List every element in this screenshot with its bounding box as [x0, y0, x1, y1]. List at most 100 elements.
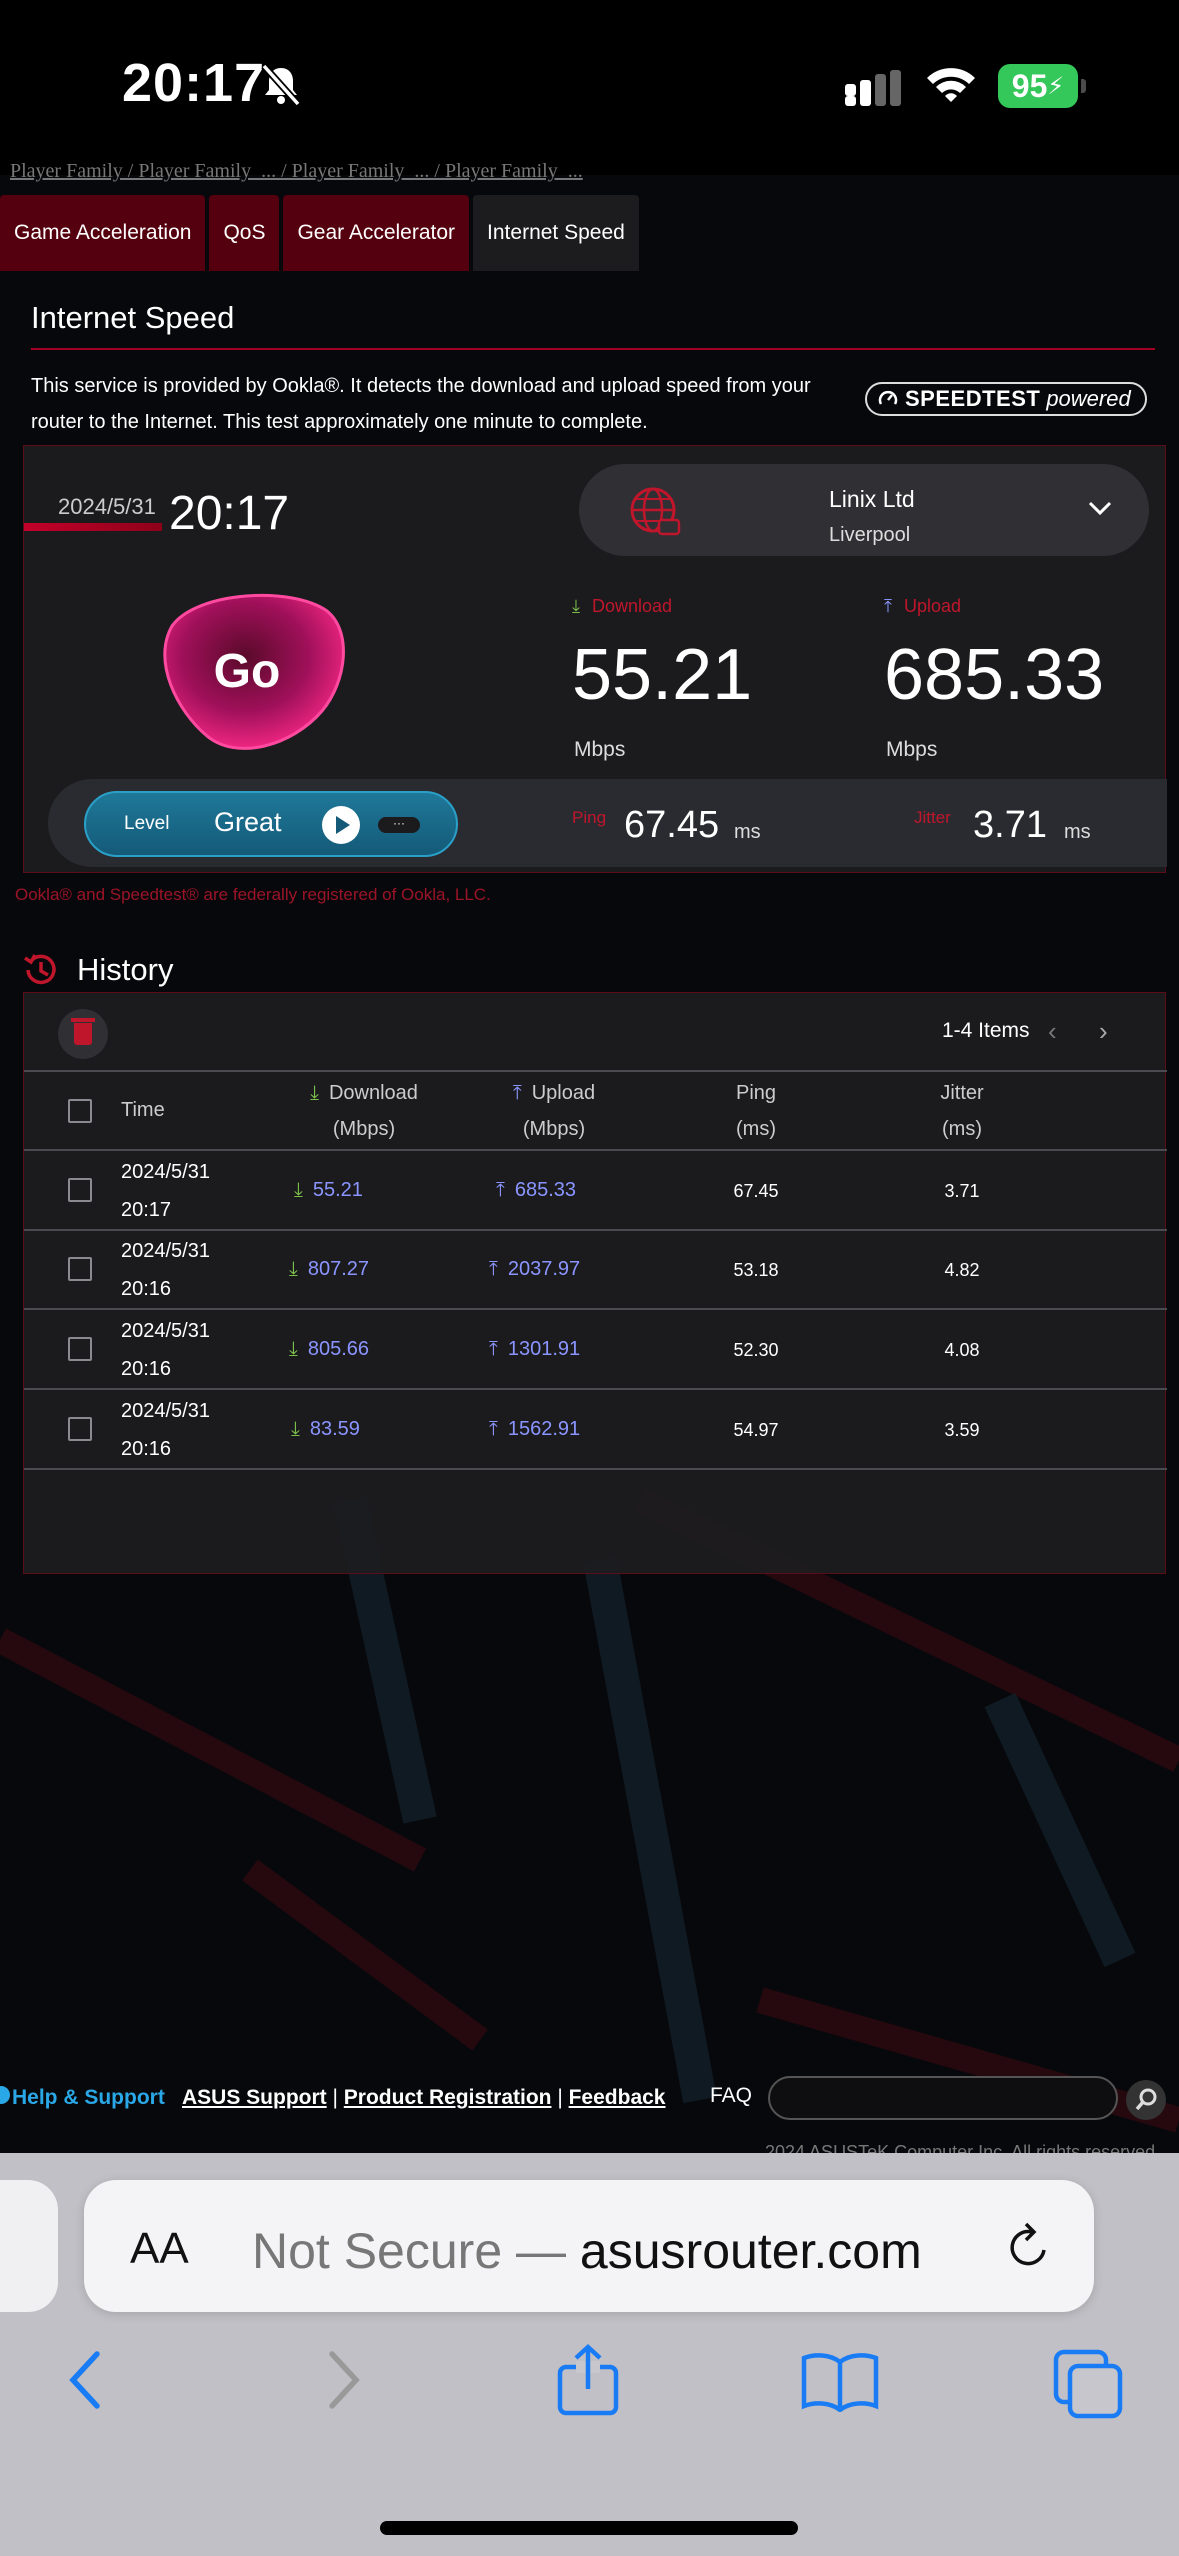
- download-label-text: Download: [591, 596, 673, 616]
- server-selector[interactable]: Linix Ltd Liverpool: [579, 464, 1149, 556]
- ping-value: 67.45: [624, 804, 720, 846]
- back-arrow-icon[interactable]: [65, 2348, 109, 2412]
- upload-unit: Mbps: [886, 738, 938, 761]
- test-time: 20:17: [169, 487, 290, 540]
- status-bar: 20:17 95 ⚡: [0, 0, 1179, 175]
- bell-muted-icon: [261, 63, 301, 107]
- row-checkbox[interactable]: [68, 1337, 92, 1361]
- row-ping: 53.18: [733, 1260, 779, 1280]
- product-registration-link[interactable]: Product Registration: [344, 2086, 552, 2109]
- row-datetime: 2024/5/31 20:16: [121, 1232, 210, 1308]
- reload-icon[interactable]: [1004, 2220, 1054, 2274]
- tabs-icon[interactable]: [1052, 2348, 1124, 2420]
- upload-arrow-icon: ⤒: [489, 1258, 498, 1280]
- delete-history-button[interactable]: [58, 1009, 108, 1059]
- column-header-time: Time: [121, 1099, 165, 1121]
- go-button[interactable]: Go: [142, 586, 352, 756]
- row-upload: ⤒ 1301.91: [489, 1338, 580, 1361]
- column-header-upload: ⤒ Upload (Mbps): [474, 1075, 634, 1147]
- jitter-label: Jitter: [914, 808, 951, 827]
- table-divider: [24, 1468, 1167, 1470]
- browser-toolbar: AA Not Secure — asusrouter.com: [0, 2153, 1179, 2556]
- column-header-jitter-label: Jitter: [940, 1082, 984, 1104]
- faq-search-button[interactable]: [1126, 2080, 1166, 2120]
- jitter-unit: ms: [1064, 821, 1091, 843]
- battery-level: 95: [1011, 67, 1048, 104]
- cellular-signal-icon: [845, 70, 901, 106]
- not-secure-label: Not Secure —: [252, 2223, 567, 2279]
- title-divider: [31, 348, 1155, 350]
- row-jitter: 4.08: [944, 1340, 980, 1360]
- upload-arrow-icon: ⤒: [489, 1338, 498, 1360]
- row-jitter: 4.82: [944, 1260, 980, 1280]
- row-date: 2024/5/31: [121, 1320, 210, 1342]
- bookmarks-icon[interactable]: [800, 2348, 880, 2412]
- chevron-right-icon[interactable]: ›: [1099, 1018, 1108, 1044]
- row-download-value: 83.59: [309, 1418, 360, 1440]
- column-header-jitter-unit: (ms): [942, 1118, 982, 1140]
- speedtest-powered-badge: SPEEDTEST powered: [865, 382, 1147, 416]
- row-jitter: 3.71: [944, 1181, 980, 1201]
- upload-label-text: Upload: [903, 596, 962, 616]
- tab-gear-accelerator[interactable]: Gear Accelerator: [283, 195, 470, 271]
- tab-game-acceleration[interactable]: Game Acceleration: [0, 195, 206, 271]
- row-upload-value: 1301.91: [507, 1338, 581, 1360]
- server-name: Linix Ltd: [829, 486, 915, 512]
- column-header-upload-unit: (Mbps): [522, 1118, 586, 1140]
- chevron-down-icon[interactable]: [1087, 499, 1113, 517]
- level-indicator: Level Great ···: [84, 791, 458, 857]
- share-icon[interactable]: [556, 2343, 620, 2417]
- tab-qos[interactable]: QoS: [209, 195, 280, 271]
- trash-icon: [71, 1018, 95, 1045]
- select-all-checkbox[interactable]: [68, 1099, 92, 1123]
- column-header-upload-label: Upload: [531, 1082, 596, 1104]
- row-checkbox[interactable]: [68, 1178, 92, 1202]
- row-datetime: 2024/5/31 20:16: [121, 1392, 210, 1468]
- row-upload-value: 1562.91: [507, 1418, 581, 1440]
- row-checkbox[interactable]: [68, 1257, 92, 1281]
- trademark-notice: Ookla® and Speedtest® are federally regi…: [15, 885, 491, 904]
- url-domain: asusrouter.com: [579, 2223, 922, 2279]
- faq-search-input[interactable]: [768, 2076, 1118, 2120]
- server-city: Liverpool: [829, 524, 911, 546]
- charging-bolt-icon: ⚡: [1047, 72, 1065, 100]
- address-bar[interactable]: AA Not Secure — asusrouter.com: [84, 2180, 1094, 2312]
- download-label: ⤓ Download: [572, 596, 672, 617]
- help-support-link[interactable]: Help & Support: [12, 2086, 165, 2110]
- asus-support-link[interactable]: ASUS Support: [182, 2086, 327, 2109]
- chevron-left-icon[interactable]: ‹: [1048, 1018, 1057, 1044]
- column-header-ping-unit: (ms): [736, 1118, 776, 1140]
- play-icon[interactable]: [322, 806, 360, 844]
- row-upload-value: 2037.97: [507, 1258, 581, 1280]
- speedometer-icon: [878, 390, 898, 405]
- go-label: Go: [213, 644, 281, 698]
- level-value: Great: [214, 807, 282, 837]
- row-ping: 52.30: [733, 1340, 779, 1360]
- page-title: Internet Speed: [31, 300, 235, 335]
- row-download: ⤓ 805.66: [289, 1338, 369, 1361]
- feedback-link[interactable]: Feedback: [569, 2086, 666, 2109]
- download-arrow-icon: ⤓: [289, 1258, 298, 1280]
- download-arrow-icon: ⤓: [291, 1418, 300, 1440]
- row-download-value: 805.66: [307, 1338, 370, 1360]
- row-time: 20:16: [121, 1358, 172, 1380]
- row-checkbox[interactable]: [68, 1417, 92, 1441]
- previous-tab-peek[interactable]: [0, 2180, 58, 2312]
- more-options-icon[interactable]: ···: [378, 817, 420, 833]
- column-header-ping: Ping (ms): [696, 1075, 816, 1147]
- row-date: 2024/5/31: [121, 1240, 210, 1262]
- upload-value: 685.33: [884, 635, 1105, 715]
- row-upload: ⤒ 2037.97: [489, 1258, 580, 1281]
- row-datetime: 2024/5/31 20:16: [121, 1312, 210, 1388]
- download-arrow-icon: ⤓: [310, 1082, 319, 1104]
- text-size-button[interactable]: AA: [130, 2224, 189, 2274]
- row-datetime: 2024/5/31 20:17: [121, 1153, 210, 1229]
- column-header-ping-label: Ping: [735, 1082, 777, 1104]
- items-count: 1-4 Items: [942, 1019, 1030, 1042]
- breadcrumb[interactable]: Player Family / Player Family_... / Play…: [10, 160, 710, 182]
- tab-internet-speed[interactable]: Internet Speed: [473, 195, 639, 271]
- service-description: This service is provided by Ookla®. It d…: [31, 375, 811, 433]
- download-value: 55.21: [572, 635, 753, 715]
- forward-arrow-icon[interactable]: [322, 2348, 366, 2412]
- row-time: 20:17: [121, 1199, 172, 1221]
